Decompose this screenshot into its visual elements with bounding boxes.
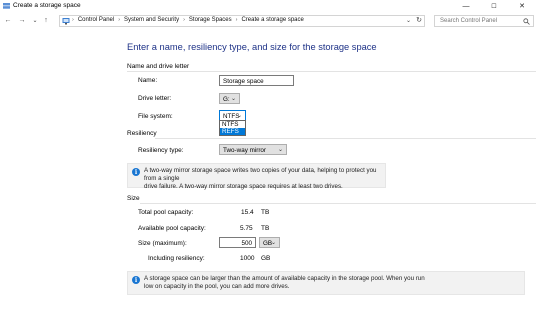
search-placeholder: Search Control Panel xyxy=(440,18,498,24)
search-input[interactable]: Search Control Panel xyxy=(434,15,534,27)
resiliency-type-select[interactable]: Two-way mirror ⌄ xyxy=(219,144,287,155)
resiliency-info-line: A two-way mirror storage space writes tw… xyxy=(144,167,377,182)
breadcrumb: › Control Panel › System and Security › … xyxy=(72,17,304,23)
size-info-line: low on capacity in the pool, you can add… xyxy=(144,283,290,290)
storage-spaces-icon xyxy=(3,3,10,9)
drive-letter-value: G: xyxy=(223,95,230,103)
name-label: Name: xyxy=(138,77,158,84)
back-button[interactable]: ← xyxy=(3,15,13,26)
size-maximum-label: Size (maximum): xyxy=(138,240,187,247)
including-resiliency-value: 1000 xyxy=(240,255,255,262)
resiliency-info-box: i A two-way mirror storage space writes … xyxy=(127,163,386,191)
name-field[interactable]: Storage space xyxy=(219,75,294,86)
available-capacity-unit: TB xyxy=(261,225,270,232)
breadcrumb-separator: › xyxy=(118,17,121,23)
size-unit-select[interactable]: GB ⌄ xyxy=(259,237,280,248)
page-title: Enter a name, resiliency type, and size … xyxy=(127,42,377,52)
forward-button[interactable]: → xyxy=(17,15,27,26)
minimize-button[interactable]: — xyxy=(456,0,476,12)
title-bar: Create a storage space — ☐ ✕ xyxy=(0,0,540,12)
window-title: Create a storage space xyxy=(13,2,81,9)
section-divider xyxy=(127,71,536,72)
size-info-box: i A storage space can be larger than the… xyxy=(127,271,525,295)
breadcrumb-separator: › xyxy=(72,17,74,23)
refresh-icon[interactable]: ↻ xyxy=(416,16,422,24)
control-panel-icon xyxy=(62,18,70,25)
available-capacity-label: Available pool capacity: xyxy=(138,225,206,232)
section-name-and-drive-letter: Name and drive letter xyxy=(127,63,190,70)
close-button[interactable]: ✕ xyxy=(512,0,532,12)
breadcrumb-separator: › xyxy=(235,17,238,23)
section-divider xyxy=(155,138,536,139)
size-info-text: A storage space can be larger than the a… xyxy=(144,275,425,291)
info-icon: i xyxy=(132,168,140,176)
chevron-down-icon: ⌄ xyxy=(236,113,242,119)
resiliency-type-label: Resiliency type: xyxy=(138,147,184,154)
address-box[interactable]: › Control Panel › System and Security › … xyxy=(59,15,425,27)
address-history-dropdown[interactable]: ⌄ xyxy=(406,17,411,24)
file-system-dropdown-list: NTFS REFS xyxy=(219,120,246,136)
recent-locations-button[interactable]: ⌄ xyxy=(30,15,40,26)
name-field-value: Storage space xyxy=(223,77,264,85)
including-resiliency-label: Including resiliency: xyxy=(148,255,205,262)
breadcrumb-storage-spaces[interactable]: Storage Spaces xyxy=(189,17,232,23)
file-system-option-ntfs[interactable]: NTFS xyxy=(220,121,245,128)
section-divider xyxy=(140,203,536,204)
maximize-button[interactable]: ☐ xyxy=(484,0,504,12)
resiliency-type-value: Two-way mirror xyxy=(223,146,267,154)
info-icon: i xyxy=(132,276,140,284)
file-system-option-refs[interactable]: REFS xyxy=(220,128,245,135)
size-info-line: A storage space can be larger than the a… xyxy=(144,275,425,282)
breadcrumb-separator: › xyxy=(183,17,185,23)
breadcrumb-create-storage-space[interactable]: Create a storage space xyxy=(241,17,303,23)
chevron-down-icon: ⌄ xyxy=(277,147,283,153)
size-field-value: 500 xyxy=(241,239,252,247)
chevron-down-icon: ⌄ xyxy=(230,96,236,102)
address-bar-row: ← → ⌄ ↑ › Control Panel › System and Sec… xyxy=(0,12,540,29)
section-size: Size xyxy=(127,195,140,202)
chevron-down-icon: ⌄ xyxy=(270,240,276,246)
breadcrumb-control-panel[interactable]: Control Panel xyxy=(78,17,114,23)
resiliency-info-line: drive failure. A two-way mirror storage … xyxy=(144,183,343,190)
including-resiliency-unit: GB xyxy=(261,255,271,262)
breadcrumb-system-and-security[interactable]: System and Security xyxy=(124,17,179,23)
size-field[interactable]: 500 xyxy=(219,237,256,248)
available-capacity-value: 5.75 xyxy=(240,225,253,232)
file-system-label: File system: xyxy=(138,113,173,120)
total-capacity-unit: TB xyxy=(261,209,270,216)
resiliency-info-text: A two-way mirror storage space writes tw… xyxy=(144,167,385,191)
drive-letter-label: Drive letter: xyxy=(138,95,172,102)
section-resiliency: Resiliency xyxy=(127,130,157,137)
up-button[interactable]: ↑ xyxy=(41,15,51,26)
search-icon xyxy=(523,18,530,25)
total-capacity-value: 15.4 xyxy=(241,209,254,216)
total-capacity-label: Total pool capacity: xyxy=(138,209,194,216)
drive-letter-select[interactable]: G: ⌄ xyxy=(219,93,240,104)
